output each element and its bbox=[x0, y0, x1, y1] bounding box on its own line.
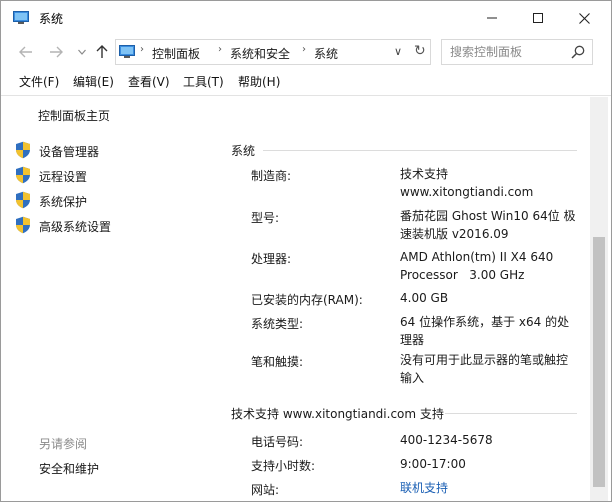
section-divider bbox=[445, 413, 577, 414]
value-line: 没有可用于此显示器的笔或触控 输入 bbox=[400, 353, 569, 385]
value-line: AMD Athlon(tm) II X4 640 Processor 3.00 … bbox=[400, 250, 554, 282]
menu-file[interactable]: 文件(F) bbox=[19, 73, 59, 90]
chevron-right-icon: › bbox=[302, 44, 306, 55]
processor-value: AMD Athlon(tm) II X4 640 Processor 3.00 … bbox=[400, 248, 580, 284]
recent-locations-button[interactable] bbox=[71, 42, 93, 62]
model-value: 番茄花园 Ghost Win10 64位 极 速装机版 v2016.09 bbox=[400, 207, 580, 243]
close-icon bbox=[578, 12, 590, 24]
pen-touch-value: 没有可用于此显示器的笔或触控 输入 bbox=[400, 351, 580, 387]
system-type-label: 系统类型: bbox=[251, 317, 304, 331]
scrollbar-thumb[interactable] bbox=[593, 237, 605, 487]
window-title: 系统 bbox=[39, 12, 64, 26]
back-arrow-icon bbox=[19, 46, 32, 58]
menu-help[interactable]: 帮助(H) bbox=[238, 73, 280, 90]
value-line: 联机支持 bbox=[400, 481, 449, 495]
address-bar[interactable]: › 控制面板 › 系统和安全 › 系统 ∨ ↻ bbox=[115, 39, 431, 65]
control-panel-icon bbox=[119, 45, 135, 58]
breadcrumb-system[interactable]: 系统 bbox=[314, 45, 338, 62]
sidebar-item-label: 系统保护 bbox=[39, 195, 88, 209]
value-line: 4.00 GB bbox=[400, 291, 449, 305]
phone-label: 电话号码: bbox=[251, 435, 304, 449]
system-section-title: 系统 bbox=[231, 144, 256, 158]
see-also-heading: 另请参阅 bbox=[39, 437, 88, 451]
forward-arrow-icon bbox=[50, 46, 63, 58]
up-arrow-icon bbox=[96, 45, 108, 58]
phone-value: 400-1234-5678 bbox=[400, 431, 580, 449]
system-app-icon bbox=[13, 11, 29, 24]
close-button[interactable] bbox=[561, 1, 607, 35]
uac-shield-icon bbox=[16, 216, 30, 234]
vertical-scrollbar[interactable] bbox=[590, 97, 608, 501]
control-panel-home-link[interactable]: 控制面板主页 bbox=[38, 107, 110, 124]
address-dropdown-icon[interactable]: ∨ bbox=[394, 45, 402, 58]
system-window: 系统 › 控制面板 › 系统和安全 › 系统 ∨ ↻ 搜索控制面板 文件(F) … bbox=[0, 0, 612, 502]
processor-label: 处理器: bbox=[251, 252, 292, 266]
maximize-icon bbox=[533, 13, 543, 23]
breadcrumb-system-security[interactable]: 系统和安全 bbox=[230, 45, 290, 62]
uac-shield-icon bbox=[16, 141, 30, 159]
manufacturer-label: 制造商: bbox=[251, 169, 292, 183]
support-hours-value: 9:00-17:00 bbox=[400, 455, 580, 473]
uac-shield-icon bbox=[16, 191, 30, 209]
menu-tools[interactable]: 工具(T) bbox=[183, 73, 224, 90]
search-icon[interactable] bbox=[570, 44, 586, 60]
refresh-icon[interactable]: ↻ bbox=[414, 43, 426, 59]
ram-label: 已安装的内存(RAM): bbox=[251, 293, 363, 307]
sidebar-item-label: 设备管理器 bbox=[39, 145, 100, 159]
website-label: 网站: bbox=[251, 483, 280, 497]
model-label: 型号: bbox=[251, 211, 280, 225]
sidebar-item-label: 远程设置 bbox=[39, 170, 88, 184]
chevron-right-icon: › bbox=[218, 44, 222, 55]
back-button[interactable] bbox=[15, 42, 37, 62]
search-box[interactable] bbox=[441, 39, 593, 65]
navigation-bar: › 控制面板 › 系统和安全 › 系统 ∨ ↻ bbox=[1, 37, 611, 67]
value-line: 400-1234-5678 bbox=[400, 433, 493, 447]
minimize-button[interactable] bbox=[469, 1, 515, 35]
menu-view[interactable]: 查看(V) bbox=[128, 73, 170, 90]
value-line: 番茄花园 Ghost Win10 64位 极 速装机版 v2016.09 bbox=[400, 209, 576, 241]
menu-divider bbox=[1, 95, 611, 96]
support-hours-label: 支持小时数: bbox=[251, 459, 316, 473]
title-bar: 系统 bbox=[1, 1, 611, 35]
breadcrumb-control-panel[interactable]: 控制面板 bbox=[152, 45, 200, 62]
up-button[interactable] bbox=[91, 42, 113, 62]
uac-shield-icon bbox=[16, 166, 30, 184]
search-input[interactable] bbox=[450, 45, 568, 59]
security-maintenance-link[interactable]: 安全和维护 bbox=[39, 460, 99, 477]
ram-value: 4.00 GB bbox=[400, 289, 580, 307]
menu-bar: 文件(F) 编辑(E) 查看(V) 工具(T) 帮助(H) bbox=[1, 70, 611, 92]
sidebar-item-label: 高级系统设置 bbox=[39, 220, 112, 234]
manufacturer-value: 技术支持 www.xitongtiandi.com bbox=[400, 165, 580, 201]
value-line: 64 位操作系统，基于 x64 的处 理器 bbox=[400, 315, 570, 347]
chevron-down-icon bbox=[78, 49, 86, 55]
forward-button[interactable] bbox=[45, 42, 67, 62]
maximize-button[interactable] bbox=[515, 1, 561, 35]
value-line: 技术支持 www.xitongtiandi.com bbox=[400, 167, 534, 199]
section-divider bbox=[263, 150, 577, 151]
online-support-link[interactable]: 联机支持 bbox=[400, 479, 580, 497]
value-line: 9:00-17:00 bbox=[400, 457, 466, 471]
chevron-right-icon: › bbox=[140, 44, 144, 55]
system-type-value: 64 位操作系统，基于 x64 的处 理器 bbox=[400, 313, 580, 349]
menu-edit[interactable]: 编辑(E) bbox=[73, 73, 114, 90]
support-section-title: 技术支持 www.xitongtiandi.com 支持 bbox=[231, 407, 444, 421]
pen-touch-label: 笔和触摸: bbox=[251, 355, 304, 369]
minimize-icon bbox=[487, 17, 497, 19]
